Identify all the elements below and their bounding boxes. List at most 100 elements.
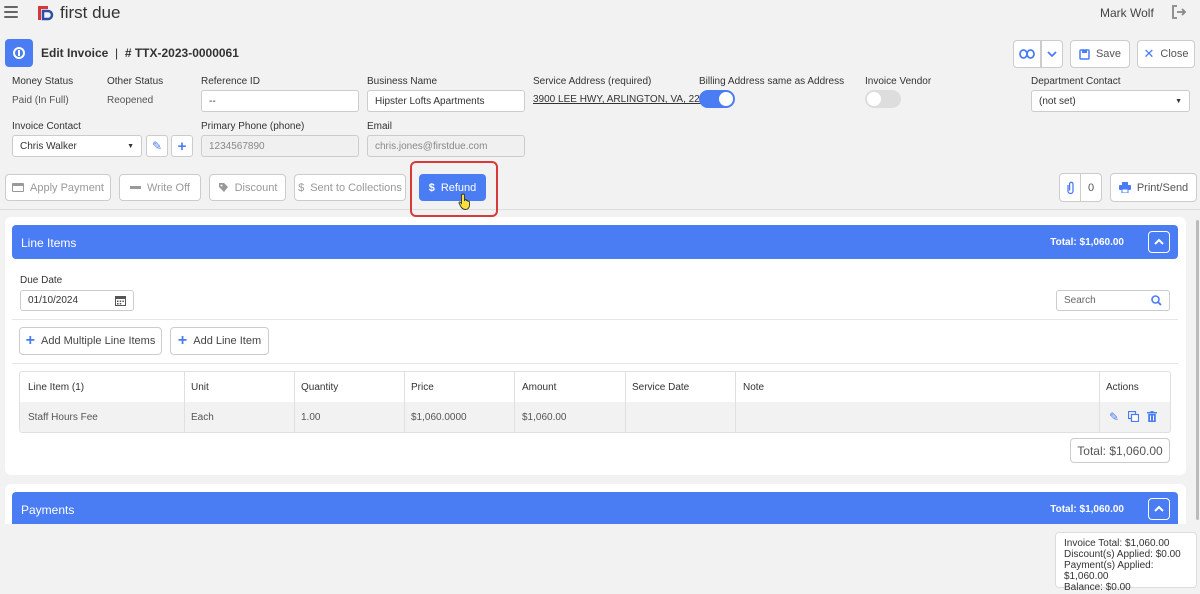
- due-date-label: Due Date: [20, 275, 63, 286]
- floppy-icon: [1079, 48, 1090, 60]
- page-footer: [0, 524, 1200, 594]
- invoice-contact-select[interactable]: Chris Walker ▼: [12, 135, 142, 157]
- save-button[interactable]: Save: [1070, 40, 1130, 68]
- column-header-service-date[interactable]: Service Date: [632, 382, 689, 393]
- printer-icon: [1118, 182, 1131, 193]
- user-name[interactable]: Mark Wolf: [1100, 6, 1154, 20]
- payments-total: Total: $1,060.00: [1050, 504, 1124, 515]
- caret-down-icon: ▼: [127, 142, 134, 150]
- column-divider: [514, 372, 515, 432]
- page-title: Edit Invoice | # TTX-2023-0000061: [41, 46, 239, 60]
- sent-to-collections-button[interactable]: $ Sent to Collections: [294, 174, 406, 201]
- delete-row-icon[interactable]: [1147, 411, 1157, 422]
- copy-link-button[interactable]: [1013, 40, 1041, 68]
- duplicate-row-icon[interactable]: [1128, 411, 1139, 422]
- refund-highlight-box: [410, 161, 498, 217]
- business-name-input[interactable]: Hipster Lofts Apartments: [367, 90, 525, 112]
- plus-icon: +: [177, 137, 187, 155]
- line-items-title: Line Items: [21, 236, 77, 250]
- credit-card-icon: [12, 183, 24, 192]
- column-header-price[interactable]: Price: [411, 382, 434, 393]
- column-header-amount[interactable]: Amount: [522, 382, 556, 393]
- line-items-search-input[interactable]: Search: [1056, 290, 1170, 311]
- scrollbar[interactable]: [1196, 220, 1199, 520]
- email-label: Email: [367, 121, 393, 132]
- primary-phone-input[interactable]: 1234567890: [201, 135, 359, 157]
- invoice-vendor-label: Invoice Vendor: [865, 76, 932, 87]
- primary-phone-label: Primary Phone (phone): [201, 121, 305, 132]
- paperclip-icon: [1066, 181, 1074, 194]
- business-name-label: Business Name: [367, 76, 438, 87]
- billing-same-toggle[interactable]: [699, 90, 735, 108]
- close-button[interactable]: ✕ Close: [1137, 40, 1195, 68]
- link-icon: [1019, 49, 1035, 59]
- add-contact-button[interactable]: +: [171, 135, 193, 157]
- edit-contact-button[interactable]: ✎: [146, 135, 168, 157]
- service-address-label: Service Address (required): [533, 76, 652, 87]
- cell-price: $1,060.0000: [411, 412, 467, 423]
- column-divider: [404, 372, 405, 432]
- discounts-applied: Discount(s) Applied: $0.00: [1064, 549, 1181, 560]
- service-address-link[interactable]: 3900 LEE HWY, ARLINGTON, VA, 22...: [533, 94, 708, 105]
- column-header-quantity[interactable]: Quantity: [301, 382, 338, 393]
- dollar-icon: $: [298, 181, 305, 194]
- column-divider: [184, 372, 185, 432]
- menu-icon[interactable]: [4, 6, 18, 18]
- column-header-unit[interactable]: Unit: [191, 382, 209, 393]
- edit-row-icon[interactable]: ✎: [1109, 410, 1119, 424]
- due-date-input[interactable]: 01/10/2024: [20, 290, 134, 311]
- divider: [12, 319, 1178, 320]
- column-header-actions: Actions: [1106, 382, 1139, 393]
- department-contact-select[interactable]: (not set) ▼: [1031, 90, 1190, 112]
- payments-applied: Payment(s) Applied: $1,060.00: [1064, 560, 1154, 582]
- department-contact-label: Department Contact: [1031, 76, 1121, 87]
- email-input[interactable]: chris.jones@firstdue.com: [367, 135, 525, 157]
- payments-header: Payments Total: $1,060.00: [12, 492, 1178, 524]
- column-header-line-item[interactable]: Line Item (1): [28, 382, 84, 393]
- chevron-down-icon: [1047, 51, 1057, 57]
- payments-title: Payments: [21, 503, 75, 517]
- money-status-label: Money Status: [12, 76, 74, 87]
- chevron-up-icon: [1154, 238, 1164, 245]
- line-items-total: Total: $1,060.00: [1050, 237, 1124, 248]
- reference-id-input[interactable]: --: [201, 90, 359, 112]
- chevron-up-icon: [1154, 505, 1164, 512]
- cell-unit: Each: [191, 412, 214, 423]
- billing-same-label: Billing Address same as Address: [699, 76, 845, 87]
- column-divider: [625, 372, 626, 432]
- money-status-value: Paid (In Full): [12, 95, 69, 106]
- write-off-button[interactable]: Write Off: [119, 174, 201, 201]
- print-send-button[interactable]: Print/Send: [1110, 173, 1197, 202]
- other-status-value: Reopened: [107, 95, 154, 106]
- invoice-vendor-toggle[interactable]: [865, 90, 901, 108]
- add-line-item-button[interactable]: + Add Line Item: [170, 327, 269, 355]
- line-items-header: Line Items Total: $1,060.00: [12, 225, 1178, 259]
- calendar-icon: [115, 296, 126, 306]
- balance: Balance: $0.00: [1064, 582, 1131, 593]
- add-multiple-line-items-button[interactable]: + Add Multiple Line Items: [19, 327, 162, 355]
- discount-button[interactable]: Discount: [209, 174, 286, 201]
- info-button[interactable]: [5, 39, 33, 67]
- attachments-button[interactable]: [1059, 173, 1081, 202]
- logout-icon[interactable]: [1171, 4, 1187, 20]
- cell-amount: $1,060.00: [522, 412, 567, 423]
- collapse-button[interactable]: [1148, 498, 1170, 520]
- first-due-logo: [38, 6, 54, 21]
- apply-payment-button[interactable]: Apply Payment: [5, 174, 111, 201]
- column-divider: [1099, 372, 1100, 432]
- minus-icon: [130, 186, 141, 189]
- other-status-label: Other Status: [107, 76, 164, 87]
- top-bar: [0, 0, 1200, 26]
- more-options-dropdown[interactable]: [1041, 40, 1063, 68]
- line-items-table: Line Item (1) Unit Quantity Price Amount…: [19, 371, 1171, 433]
- line-items-footer-total: Total: $1,060.00: [1070, 438, 1170, 463]
- invoice-total: Invoice Total: $1,060.00: [1064, 538, 1170, 549]
- caret-down-icon: ▼: [1175, 97, 1182, 105]
- column-header-note[interactable]: Note: [743, 382, 764, 393]
- tag-icon: [218, 183, 228, 192]
- collapse-button[interactable]: [1148, 231, 1170, 253]
- invoice-summary-box: Invoice Total: $1,060.00 Discount(s) App…: [1055, 532, 1197, 593]
- cell-line-item: Staff Hours Fee: [28, 412, 98, 423]
- attachments-count: 0: [1080, 173, 1102, 202]
- column-divider: [294, 372, 295, 432]
